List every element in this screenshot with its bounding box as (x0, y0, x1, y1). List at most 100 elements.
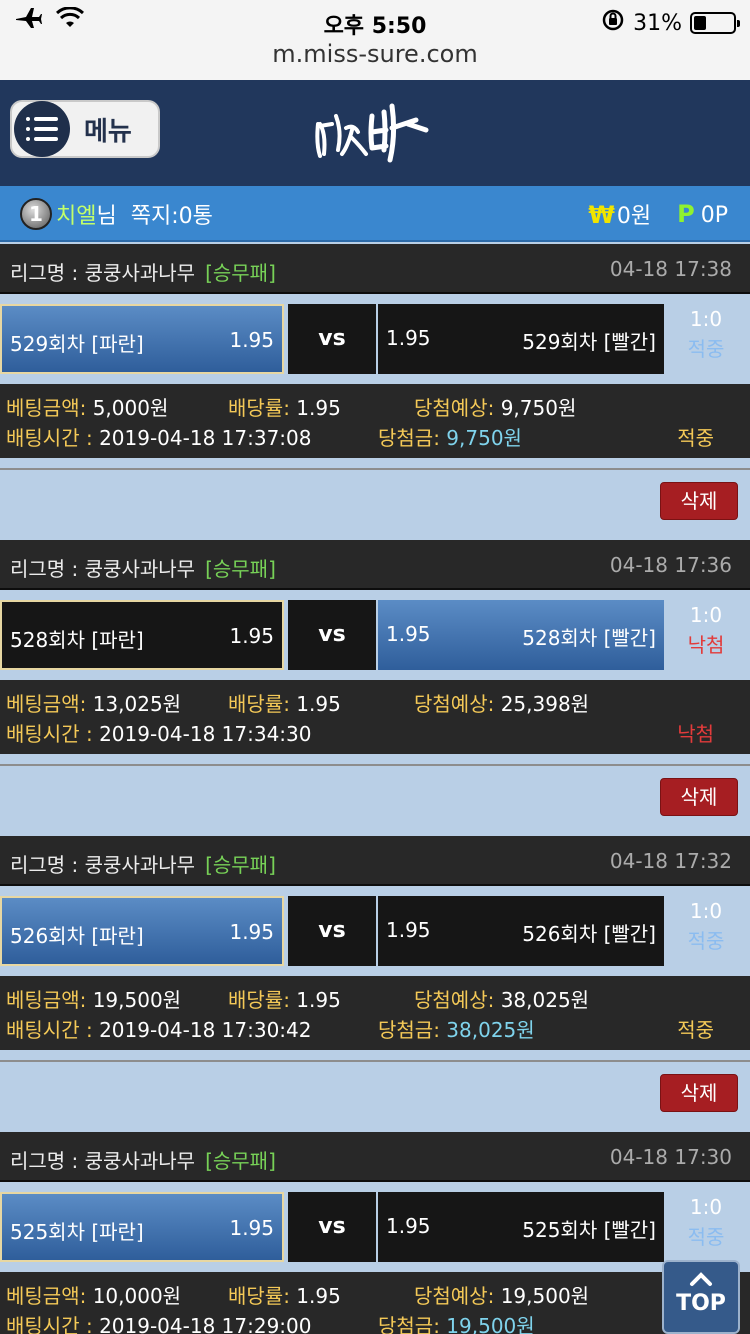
scroll-top-button[interactable]: TOP (662, 1260, 740, 1334)
user-info: 1 치엘 님 쪽지:0통 (20, 198, 213, 230)
away-team-name: 528회차 [빨간] (522, 626, 656, 650)
league-header: 리그명 : 쿵쿵사과나무 [승무패] 04-18 17:36 (0, 540, 750, 590)
url-text[interactable]: m.miss-sure.com (272, 40, 477, 68)
bet-status: 적중 (677, 1018, 714, 1042)
away-odds: 1.95 (386, 326, 431, 350)
result-status: 적중 (687, 337, 725, 361)
away-odds: 1.95 (386, 1214, 431, 1238)
home-team-name: 526회차 [파란] (10, 924, 144, 948)
message-link[interactable]: 쪽지:0통 (131, 198, 213, 230)
match-result: 1:0 낙첨 (666, 600, 746, 660)
point-icon: P (677, 200, 695, 228)
menu-button[interactable]: 메뉴 (10, 100, 160, 158)
expected-win: 당첨예상: 38,025원 (414, 988, 590, 1012)
odds-rate: 배당률: 1.95 (228, 692, 341, 716)
odds-rate: 배당률: 1.95 (228, 396, 341, 420)
delete-button[interactable]: 삭제 (660, 482, 738, 520)
away-team-name: 525회차 [빨간] (522, 1218, 656, 1242)
vs-label: vs (288, 600, 376, 670)
vs-label: vs (288, 1192, 376, 1262)
home-odds: 1.95 (229, 920, 274, 944)
delete-button[interactable]: 삭제 (660, 1074, 738, 1112)
menu-icon (14, 101, 70, 157)
match-result: 1:0 적중 (666, 304, 746, 364)
orientation-lock-icon (601, 8, 625, 38)
league-name: 리그명 : 쿵쿵사과나무 [승무패] (10, 557, 276, 581)
home-odds: 1.95 (229, 328, 274, 352)
result-status: 적중 (687, 1225, 725, 1249)
status-right: 31% (601, 8, 740, 38)
home-team-pick[interactable]: 526회차 [파란] 1.95 (0, 896, 284, 966)
bet-info: 베팅금액: 10,000원 배당률: 1.95 당첨예상: 19,500원 배팅… (0, 1272, 750, 1334)
game-time: 04-18 17:36 (609, 553, 732, 577)
bet-amount: 베팅금액: 19,500원 (6, 988, 182, 1012)
home-team-pick[interactable]: 529회차 [파란] 1.95 (0, 304, 284, 374)
home-odds: 1.95 (229, 624, 274, 648)
user-bar: 1 치엘 님 쪽지:0통 ₩0원 P 0P (0, 186, 750, 242)
market-tag: [승무패] (205, 1149, 276, 1173)
bet-time: 배팅시간 : 2019-04-18 17:30:42 (6, 1018, 312, 1042)
menu-label: 메뉴 (84, 116, 132, 147)
top-label: TOP (676, 1291, 726, 1316)
league-header: 리그명 : 쿵쿵사과나무 [승무패] 04-18 17:32 (0, 836, 750, 886)
home-team-pick[interactable]: 528회차 [파란] 1.95 (0, 600, 284, 670)
app-screen: 오후 5:50 31% im.miss-sure.com 메뉴 (0, 0, 750, 1334)
away-team-name: 526회차 [빨간] (522, 922, 656, 946)
win-amount: 당첨금: 19,500원 (378, 1314, 535, 1334)
league-name: 리그명 : 쿵쿵사과나무 [승무패] (10, 1149, 276, 1173)
bet-amount: 베팅금액: 13,025원 (6, 692, 182, 716)
score: 1:0 (689, 603, 723, 627)
game-time: 04-18 17:32 (609, 849, 732, 873)
result-status: 낙첨 (687, 633, 725, 657)
home-team-name: 529회차 [파란] (10, 332, 144, 356)
home-team-pick[interactable]: 525회차 [파란] 1.95 (0, 1192, 284, 1262)
chevron-up-icon (664, 1270, 738, 1292)
divider (0, 468, 750, 470)
cash-balance[interactable]: ₩0원 (588, 198, 651, 230)
away-team-pick[interactable]: 1.95 529회차 [빨간] (378, 304, 664, 374)
user-nickname[interactable]: 치엘 (56, 198, 96, 230)
bet-amount: 베팅금액: 10,000원 (6, 1284, 182, 1308)
site-header: 메뉴 (0, 80, 750, 186)
odds-rate: 배당률: 1.95 (228, 1284, 341, 1308)
browser-chrome: 오후 5:50 31% im.miss-sure.com (0, 0, 750, 202)
user-suffix: 님 (96, 204, 117, 229)
away-odds: 1.95 (386, 918, 431, 942)
league-header: 리그명 : 쿵쿵사과나무 [승무패] 04-18 17:30 (0, 1132, 750, 1182)
battery-icon (690, 12, 740, 34)
address-bar[interactable]: im.miss-sure.com (0, 40, 750, 202)
league-header: 리그명 : 쿵쿵사과나무 [승무패] 04-18 17:38 (0, 244, 750, 294)
home-team-name: 525회차 [파란] (10, 1220, 144, 1244)
site-logo[interactable] (312, 94, 432, 174)
score: 1:0 (689, 1195, 723, 1219)
point-value: 0P (700, 203, 728, 228)
win-amount: 당첨금: 38,025원 (378, 1018, 535, 1042)
score: 1:0 (689, 307, 723, 331)
match-result: 1:0 적중 (666, 896, 746, 956)
game-time: 04-18 17:30 (609, 1145, 732, 1169)
bet-time: 배팅시간 : 2019-04-18 17:29:00 (6, 1314, 312, 1334)
odds-rate: 배당률: 1.95 (228, 988, 341, 1012)
league-name: 리그명 : 쿵쿵사과나무 [승무패] (10, 853, 276, 877)
away-odds: 1.95 (386, 622, 431, 646)
market-tag: [승무패] (205, 853, 276, 877)
home-odds: 1.95 (229, 1216, 274, 1240)
game-time: 04-18 17:38 (609, 257, 732, 281)
won-icon: ₩ (588, 201, 615, 229)
market-tag: [승무패] (205, 261, 276, 285)
point-balance[interactable]: P 0P (677, 200, 728, 228)
delete-button[interactable]: 삭제 (660, 778, 738, 816)
vs-label: vs (288, 896, 376, 966)
bet-amount: 베팅금액: 5,000원 (6, 396, 169, 420)
status-bar: 오후 5:50 31% (0, 6, 750, 39)
vs-label: vs (288, 304, 376, 374)
league-name: 리그명 : 쿵쿵사과나무 [승무패] (10, 261, 276, 285)
away-team-pick[interactable]: 1.95 526회차 [빨간] (378, 896, 664, 966)
bet-status: 낙첨 (677, 722, 714, 746)
away-team-name: 529회차 [빨간] (522, 330, 656, 354)
bet-info: 베팅금액: 19,500원 배당률: 1.95 당첨예상: 38,025원 배팅… (0, 976, 750, 1050)
away-team-pick[interactable]: 1.95 525회차 [빨간] (378, 1192, 664, 1262)
away-team-pick[interactable]: 1.95 528회차 [빨간] (378, 600, 664, 670)
cash-value: 0원 (616, 204, 652, 229)
battery-percent: 31% (633, 10, 682, 36)
